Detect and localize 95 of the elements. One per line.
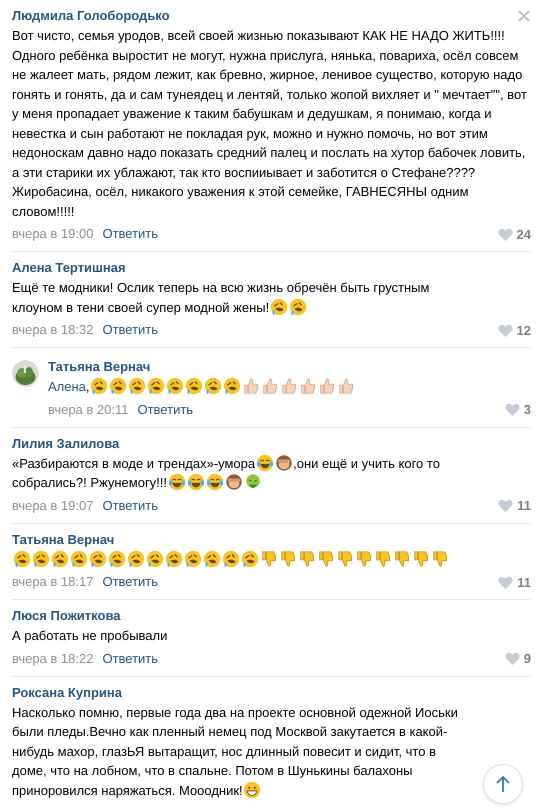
- comment-text: приноровился наряжаться. Мооодник!: [12, 782, 243, 800]
- like-button[interactable]: 24: [498, 226, 531, 242]
- thumbs-up-icon: [280, 377, 298, 395]
- like-button[interactable]: 11: [498, 498, 531, 513]
- rolling-laughing-face-icon: [12, 550, 30, 568]
- comment-time: вчера в 18:17: [12, 573, 94, 591]
- laughing-tears-face-icon: [256, 454, 274, 472]
- mention-link[interactable]: Алена: [48, 379, 86, 394]
- rolling-laughing-face-icon: [166, 377, 184, 395]
- heart-icon: [498, 228, 513, 240]
- thumbs-up-icon: [337, 377, 356, 395]
- comment-text: Вот чисто, семья уродов, всей своей жизнью показывают КАК НЕ НАДО ЖИТЬ!!!! Одного ребёнка выростит не могут, нужна прислуга, нянька, повариха, осёл совсем не жалеет мать, рядом лежит, как бревно, жирное, ленивое существо, которую надо гонять и гонять, да и сам тунеядец и лентяй, только жопой вихляет и " мечтает"", вот у меня пропадает уважение к таким бабушкам и дедушкам, я понимаю, когда и невестка и сын работают не покладая рук, можно и нужно помочь, но вот этим недоноскам давно надо показать средний палец и послать на хутор бабочек ловить, а эти старики их ублажают, так кто воспииывает и заботится о Стефане???? Жиробасина, осёл, никакого уважения к этой семейке, ГАВНЕСЯНЫ одним словом!!!!!: [12, 28, 527, 218]
- thumbs-down-icon: [260, 550, 278, 568]
- rolling-laughing-face-icon: [222, 550, 240, 568]
- thumbs-down-icon: [316, 550, 334, 568]
- author-name[interactable]: Роксана Куприна: [12, 684, 122, 702]
- sick-face-icon: [244, 473, 262, 491]
- comment-text: ,они ещё и учить кого то: [293, 454, 440, 473]
- heart-icon: [504, 652, 520, 665]
- author-name[interactable]: Татьяна Вернач: [12, 530, 114, 548]
- reply-link[interactable]: Ответить: [102, 225, 158, 243]
- reply-link[interactable]: Ответить: [102, 573, 158, 591]
- like-button[interactable]: 9: [504, 651, 531, 666]
- rolling-laughing-face-icon: [223, 377, 242, 395]
- scroll-top-button[interactable]: [483, 764, 523, 804]
- rolling-laughing-face-icon: [240, 550, 258, 568]
- comment-time: вчера в 19:07: [12, 496, 94, 514]
- rolling-laughing-face-icon: [90, 377, 108, 395]
- rolling-laughing-face-icon: [109, 377, 128, 395]
- heart-icon: [498, 499, 514, 512]
- rolling-laughing-face-icon: [126, 550, 144, 568]
- thumbs-up-icon: [261, 377, 280, 395]
- comment-text: Насколько помню, первые года два на проекте основной одежной Иоськи: [12, 704, 458, 722]
- reply-link[interactable]: Ответить: [102, 650, 158, 668]
- reply-link[interactable]: Ответить: [102, 496, 158, 514]
- rolling-laughing-face-icon: [204, 377, 222, 395]
- thumbs-up-icon: [242, 377, 260, 395]
- thumbs-down-icon: [298, 550, 316, 568]
- heart-icon: [504, 403, 520, 416]
- comment-text: клоуном в тени своей супер модной жены!: [12, 298, 270, 317]
- reply-link[interactable]: Ответить: [137, 400, 194, 418]
- thumbs-up-icon: [299, 377, 318, 395]
- rolling-laughing-face-icon: [108, 550, 126, 568]
- laughing-tears-face-icon: [206, 473, 224, 491]
- thumbs-down-icon: [392, 550, 410, 568]
- rolling-laughing-face-icon: [147, 377, 166, 395]
- author-name[interactable]: Лилия Залилова: [12, 434, 120, 452]
- like-button[interactable]: 12: [498, 322, 531, 338]
- comment-text: собрались?! Ржунемогу!!!: [12, 474, 168, 492]
- comment-text: Ещё те модники! Ослик теперь на всю жизнь обречён быть грустным: [12, 279, 430, 297]
- comment-text: А работать не пробывали: [12, 628, 168, 643]
- comment-text: нибудь махор, глазЬЯ вытаращит, нос длинный повесит и сидит, что в: [12, 742, 436, 761]
- thumbs-down-icon: [278, 550, 296, 568]
- comment-time: вчера в 19:00: [12, 225, 94, 243]
- grinning-face-icon: [243, 780, 262, 798]
- heart-icon: [498, 324, 513, 336]
- rolling-laughing-face-icon: [185, 377, 204, 395]
- rolling-laughing-face-icon: [202, 550, 220, 568]
- thumbs-down-icon: [412, 550, 430, 568]
- author-name[interactable]: Люся Пожиткова: [12, 607, 120, 625]
- rolling-laughing-face-icon: [70, 550, 88, 568]
- like-button[interactable]: 11: [498, 574, 531, 590]
- author-name[interactable]: Алена Тертишная: [12, 259, 126, 277]
- comment-text: доме, что на лобном, что в спальне. Потом в Шунькины балахоны: [12, 762, 412, 780]
- rolling-laughing-face-icon: [288, 298, 307, 316]
- heart-icon: [498, 576, 514, 588]
- rolling-laughing-face-icon: [184, 550, 202, 568]
- monkey-face-icon: [274, 454, 293, 472]
- thumbs-down-icon: [430, 550, 448, 568]
- thumbs-down-icon: [374, 550, 392, 568]
- rolling-laughing-face-icon: [32, 550, 50, 568]
- comment-text: были пледы.Вечно как пленный немец под Москвой закутается в какой-: [12, 723, 448, 741]
- comment-time: вчера в 18:32: [12, 321, 94, 339]
- rolling-laughing-face-icon: [146, 550, 164, 568]
- thumbs-down-icon: [354, 550, 372, 568]
- comment-time: вчера в 18:22: [12, 650, 94, 668]
- comment-text: «Разбираются в моде и трендах»-умора: [12, 454, 256, 473]
- author-name[interactable]: Людмила Голобородько: [12, 7, 170, 25]
- laughing-tears-face-icon: [186, 473, 205, 491]
- monkey-face-icon: [224, 473, 243, 491]
- rolling-laughing-face-icon: [128, 377, 146, 395]
- rolling-laughing-face-icon: [164, 550, 182, 568]
- like-button[interactable]: 3: [504, 402, 531, 417]
- arrow-up-icon: [496, 775, 510, 793]
- thumbs-down-icon: [336, 550, 354, 568]
- close-icon: [517, 9, 531, 23]
- rolling-laughing-face-icon: [88, 550, 106, 568]
- reply-link[interactable]: Ответить: [102, 321, 158, 339]
- rolling-laughing-face-icon: [50, 550, 68, 568]
- comment-time: вчера в 20:11: [48, 400, 128, 418]
- comment-text: ,: [86, 378, 90, 396]
- rolling-laughing-face-icon: [270, 298, 288, 316]
- thumbs-up-icon: [318, 377, 336, 395]
- author-name[interactable]: Татьяна Вернач: [48, 358, 150, 376]
- laughing-tears-face-icon: [168, 473, 186, 491]
